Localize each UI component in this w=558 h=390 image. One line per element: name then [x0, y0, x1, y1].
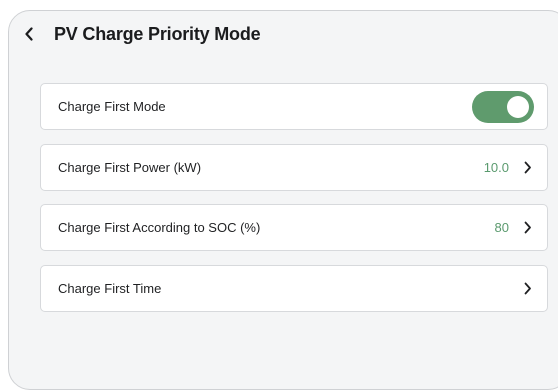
- charge-first-mode-toggle[interactable]: [472, 90, 534, 123]
- charge-first-time-row[interactable]: Charge First Time: [40, 265, 548, 312]
- chevron-right-icon: [523, 282, 533, 296]
- toggle-knob: [507, 95, 529, 118]
- chevron-right-icon: [523, 221, 533, 235]
- charge-first-power-value: 10.0: [483, 160, 509, 175]
- page-header: PV Charge Priority Mode: [20, 21, 261, 47]
- chevron-left-icon: [25, 27, 33, 41]
- settings-panel: [8, 10, 558, 390]
- page-title: PV Charge Priority Mode: [54, 23, 261, 44]
- charge-first-power-label: Charge First Power (kW): [58, 160, 202, 175]
- charge-first-mode-label: Charge First Mode: [58, 99, 166, 114]
- charge-first-soc-value: 80: [494, 220, 509, 235]
- charge-first-power-row[interactable]: Charge First Power (kW) 10.0: [40, 144, 548, 191]
- charge-first-mode-row: Charge First Mode: [40, 83, 548, 130]
- charge-first-soc-label: Charge First According to SOC (%): [58, 220, 261, 235]
- chevron-right-icon: [523, 161, 533, 175]
- charge-first-time-label: Charge First Time: [58, 281, 162, 296]
- back-button[interactable]: [20, 22, 38, 46]
- charge-first-soc-row[interactable]: Charge First According to SOC (%) 80: [40, 204, 548, 251]
